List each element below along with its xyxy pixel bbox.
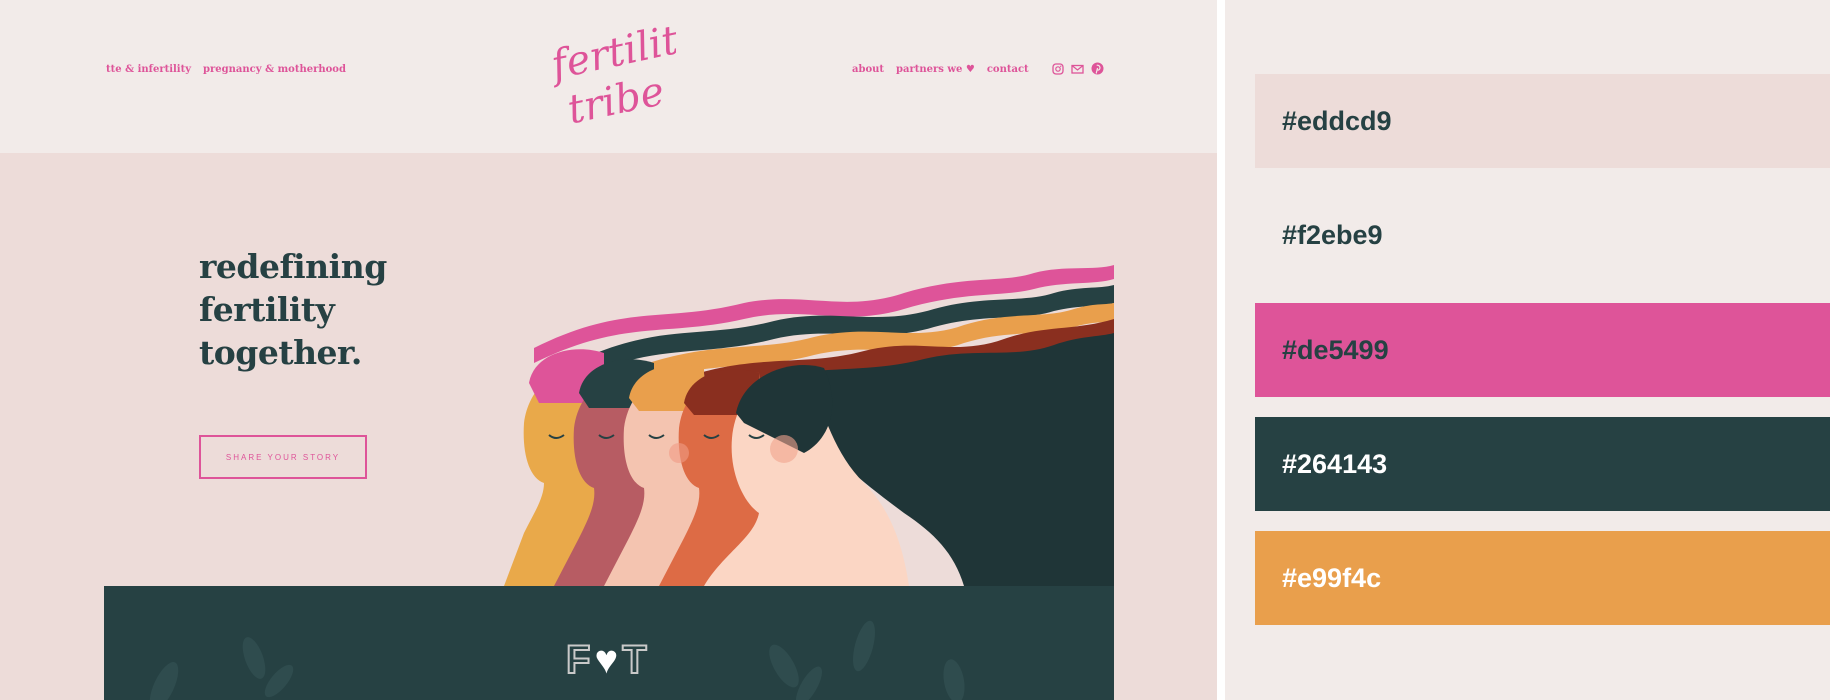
pinterest-icon[interactable] [1091,62,1104,75]
hero-heading: redefining fertility together. [199,245,387,374]
swatch-label: #de5499 [1282,334,1389,365]
hero-heading-line-3: together. [199,333,362,372]
swatch-label: #e99f4c [1282,562,1382,593]
swatch-label: #f2ebe9 [1282,219,1383,250]
swatch-label: #264143 [1282,448,1388,479]
instagram-icon[interactable] [1052,62,1064,75]
monogram-t: T [621,638,651,682]
hero-heading-line-1: redefining [199,247,387,286]
nav-link-contact[interactable]: contact [987,64,1029,75]
website-preview: tte & infertility pregnancy & motherhood… [0,0,1217,700]
fertility-tribe-logo[interactable]: fertility tribe [546,20,676,130]
share-your-story-button[interactable]: SHARE YOUR STORY [199,435,367,479]
color-palette: #eddcd9 #f2ebe9 #de5499 #264143 #e99f4c [1225,0,1830,700]
hero-section: redefining fertility together. SHARE YOU… [104,153,1114,586]
swatch-label: #eddcd9 [1282,105,1392,136]
site-header: tte & infertility pregnancy & motherhood… [0,0,1217,153]
nav-link-partners-label: partners we [896,64,963,75]
swatch-e99f4c: #e99f4c [1255,531,1830,625]
monogram-f: F [565,638,595,682]
social-icons [1052,62,1104,75]
heart-icon: ♥ [594,638,623,682]
dark-feature-band: F♥T [104,586,1114,700]
mail-icon[interactable] [1071,63,1084,75]
nav-left: tte & infertility pregnancy & motherhood [106,64,346,75]
swatch-eddcd9: #eddcd9 [1255,74,1830,168]
swatch-264143: #264143 [1255,417,1830,511]
nav-link-ttc-infertility[interactable]: tte & infertility [106,64,191,75]
nav-link-partners[interactable]: partners we ♥ [896,64,975,75]
nav-right: about partners we ♥ contact [852,64,1029,75]
swatch-de5499: #de5499 [1255,303,1830,397]
hero-heading-line-2: fertility [199,290,335,329]
heart-icon: ♥ [965,64,975,75]
nav-link-pregnancy-motherhood[interactable]: pregnancy & motherhood [203,64,346,75]
divider [1217,0,1225,700]
swatch-f2ebe9: #f2ebe9 [1255,188,1830,282]
nav-link-about[interactable]: about [852,64,884,75]
ft-monogram: F♥T [565,638,651,682]
